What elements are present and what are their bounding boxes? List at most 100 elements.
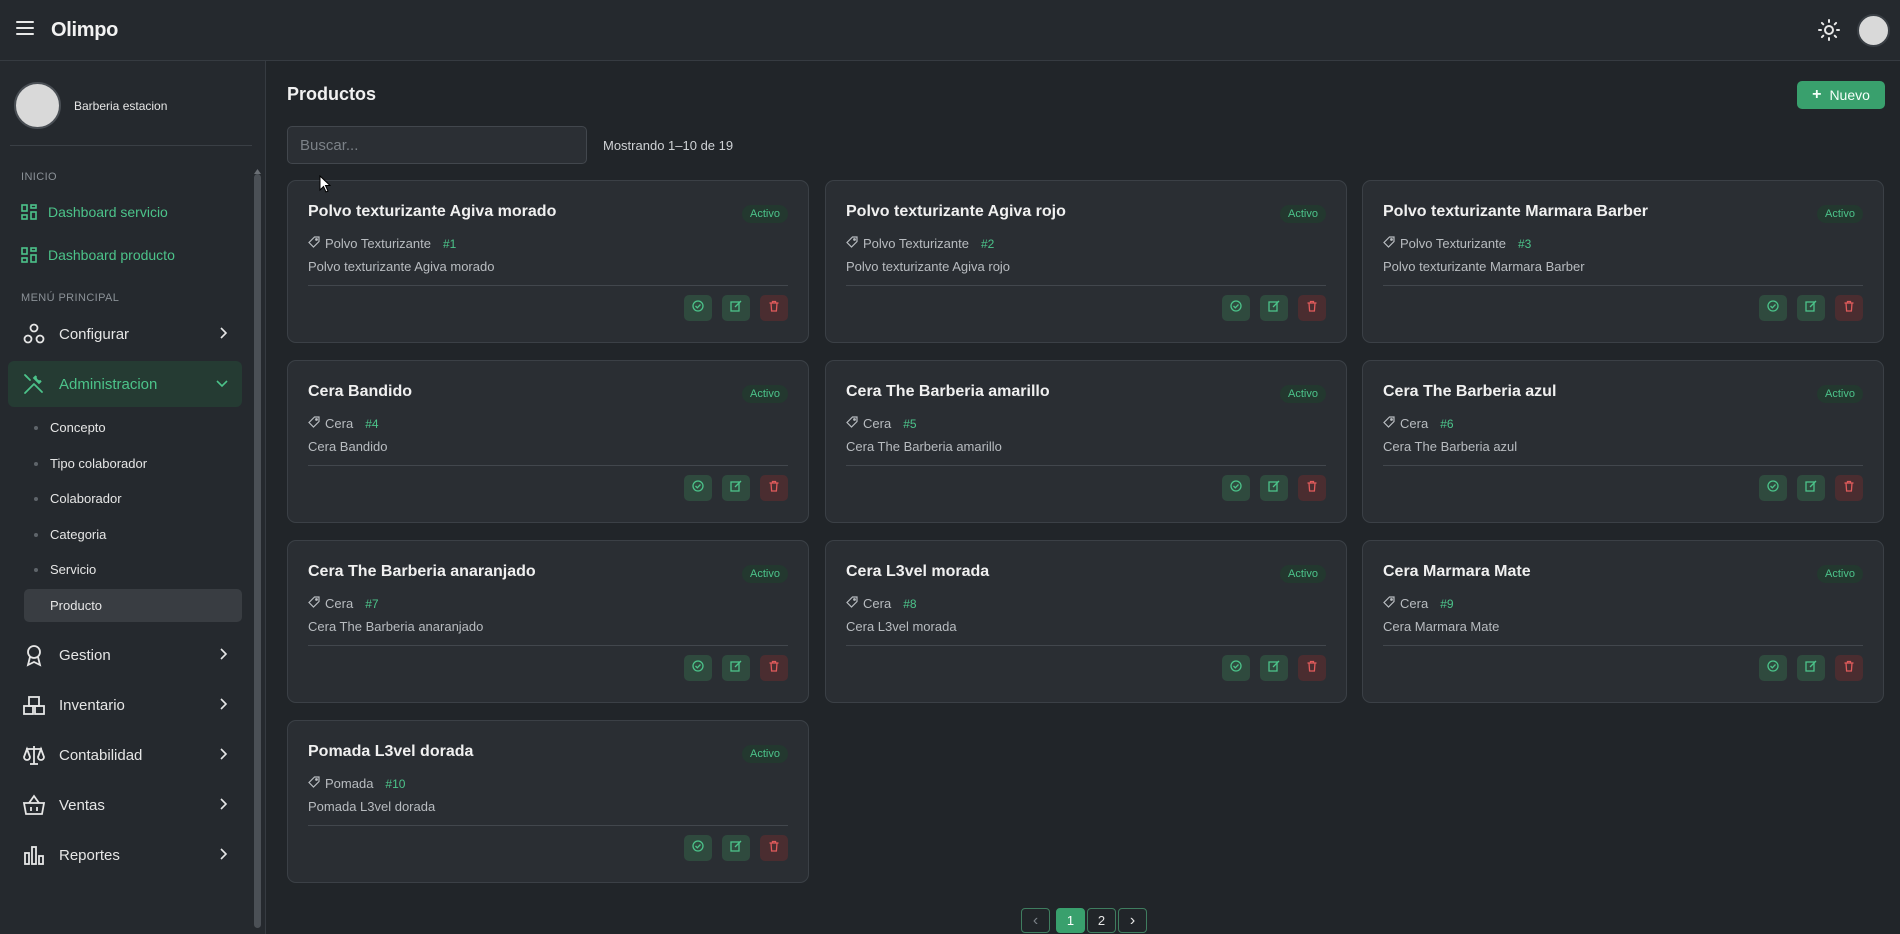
product-card[interactable]: Polvo texturizante Marmara Barber Activo P… (1362, 180, 1884, 343)
product-name: Polvo texturizante Marmara Barber (1383, 203, 1648, 220)
edit-button[interactable] (1260, 655, 1288, 681)
sidebar-item-reportes[interactable]: Reportes (8, 832, 242, 878)
delete-button[interactable] (760, 835, 788, 861)
product-description: Polvo texturizante Agiva rojo (846, 259, 1011, 274)
product-card[interactable]: Polvo texturizante Agiva rojo Activo Polvo… (825, 180, 1347, 343)
sidebar-item-administracion[interactable]: Administracion (8, 361, 242, 407)
activate-button[interactable] (1222, 475, 1250, 501)
hamburger-menu-icon[interactable] (16, 21, 34, 37)
sidebar-item-label: Reportes (59, 846, 120, 864)
edit-button[interactable] (722, 475, 750, 501)
sidebar-item-inventario[interactable]: Inventario (8, 682, 242, 728)
sidebar-scrollbar[interactable] (254, 174, 261, 928)
edit-button[interactable] (722, 295, 750, 321)
check-circle-icon (692, 839, 704, 857)
sidebar-item-configurar[interactable]: Configurar (8, 311, 242, 357)
edit-button[interactable] (1260, 475, 1288, 501)
delete-button[interactable] (1298, 295, 1326, 321)
trash-icon (1843, 299, 1855, 317)
delete-button[interactable] (760, 295, 788, 321)
delete-button[interactable] (1298, 475, 1326, 501)
sidebar-divider (10, 145, 252, 146)
delete-button[interactable] (1835, 295, 1863, 321)
product-category: Pomada (325, 776, 374, 791)
balance-scale-icon (21, 742, 47, 768)
edit-button[interactable] (722, 835, 750, 861)
product-card[interactable]: Pomada L3vel dorada Activo Pomada #10 Pomada… (287, 720, 809, 883)
check-circle-icon (1230, 479, 1242, 497)
edit-button[interactable] (1797, 475, 1825, 501)
product-card[interactable]: Polvo texturizante Agiva morado Activo Pol… (287, 180, 809, 343)
product-meta: Cera #9 (1383, 596, 1454, 611)
activate-button[interactable] (1759, 295, 1787, 321)
delete-button[interactable] (1298, 655, 1326, 681)
sidebar-item-gestion[interactable]: Gestion (8, 632, 242, 678)
product-category: Cera (863, 596, 892, 611)
sidebar-item-ventas[interactable]: Ventas (8, 782, 242, 828)
activate-button[interactable] (1759, 475, 1787, 501)
search-input[interactable] (287, 126, 587, 164)
activate-button[interactable] (1759, 655, 1787, 681)
sidebar-item-dashboard-producto[interactable]: Dashboard producto (21, 247, 175, 263)
delete-button[interactable] (1835, 475, 1863, 501)
sidebar-item-contabilidad[interactable]: Contabilidad (8, 732, 242, 778)
sun-icon[interactable] (1817, 18, 1841, 42)
activate-button[interactable] (1222, 655, 1250, 681)
pagination-page-1[interactable]: 1 (1056, 908, 1085, 933)
product-card[interactable]: Cera Bandido Activo Cera #4 Cera Bandido (287, 360, 809, 523)
sidebar-item-dashboard-servicio[interactable]: Dashboard servicio (21, 204, 168, 220)
card-divider (846, 645, 1326, 646)
product-card[interactable]: Cera The Barberia anaranjado Activo Cera #7… (287, 540, 809, 703)
sidebar-item-label: Administracion (59, 375, 158, 393)
product-category: Polvo Texturizante (863, 236, 969, 251)
sidebar-subitem-producto[interactable]: Producto (24, 589, 242, 622)
activate-button[interactable] (684, 835, 712, 861)
sidebar-subitem-concepto[interactable]: Concepto (24, 411, 242, 444)
tag-icon (1383, 416, 1395, 431)
product-number: #5 (903, 416, 917, 431)
product-card[interactable]: Cera The Barberia amarillo Activo Cera #5 Ce… (825, 360, 1347, 523)
activate-button[interactable] (684, 655, 712, 681)
product-card[interactable]: Cera The Barberia azul Activo Cera #6 Cera T… (1362, 360, 1884, 523)
trash-icon (1306, 299, 1318, 317)
sidebar-profile: Barberia estacion (14, 82, 167, 129)
trash-icon (1843, 479, 1855, 497)
product-card[interactable]: Cera Marmara Mate Activo Cera #9 Cera Marmar… (1362, 540, 1884, 703)
trash-icon (768, 659, 780, 677)
activate-button[interactable] (1222, 295, 1250, 321)
sidebar-subitem-colaborador[interactable]: Colaborador (24, 482, 242, 515)
trash-icon (1306, 479, 1318, 497)
status-badge: Activo (1280, 565, 1326, 583)
sidebar-subitem-servicio[interactable]: Servicio (24, 553, 242, 586)
delete-button[interactable] (760, 475, 788, 501)
pagination-page-2[interactable]: 2 (1087, 908, 1116, 933)
new-button-label: Nuevo (1829, 87, 1870, 103)
product-description: Polvo texturizante Agiva morado (308, 259, 495, 274)
sidebar-subitem-tipo-colaborador[interactable]: Tipo colaborador (24, 447, 242, 480)
product-description: Cera The Barberia amarillo (846, 439, 1002, 454)
product-card[interactable]: Cera L3vel morada Activo Cera #8 Cera L3vel … (825, 540, 1347, 703)
delete-button[interactable] (1835, 655, 1863, 681)
new-product-button[interactable]: + Nuevo (1797, 81, 1885, 109)
product-name: Cera The Barberia amarillo (846, 383, 1050, 400)
edit-button[interactable] (1797, 295, 1825, 321)
sidebar-subitem-categoria[interactable]: Categoria (24, 518, 242, 551)
delete-button[interactable] (760, 655, 788, 681)
activate-button[interactable] (684, 475, 712, 501)
pagination-next-button[interactable]: › (1118, 908, 1147, 933)
edit-button[interactable] (722, 655, 750, 681)
product-name: Pomada L3vel dorada (308, 743, 474, 760)
status-badge: Activo (742, 565, 788, 583)
edit-button[interactable] (1797, 655, 1825, 681)
card-divider (308, 825, 788, 826)
product-number: #6 (1440, 416, 1454, 431)
edit-icon (730, 479, 742, 497)
pagination-prev-button[interactable]: ‹ (1021, 908, 1050, 933)
product-meta: Cera #4 (308, 416, 379, 431)
user-avatar[interactable] (1857, 14, 1890, 47)
status-badge: Activo (742, 205, 788, 223)
activate-button[interactable] (684, 295, 712, 321)
edit-button[interactable] (1260, 295, 1288, 321)
mouse-cursor (319, 174, 332, 193)
scroll-up-arrow[interactable] (254, 161, 261, 174)
